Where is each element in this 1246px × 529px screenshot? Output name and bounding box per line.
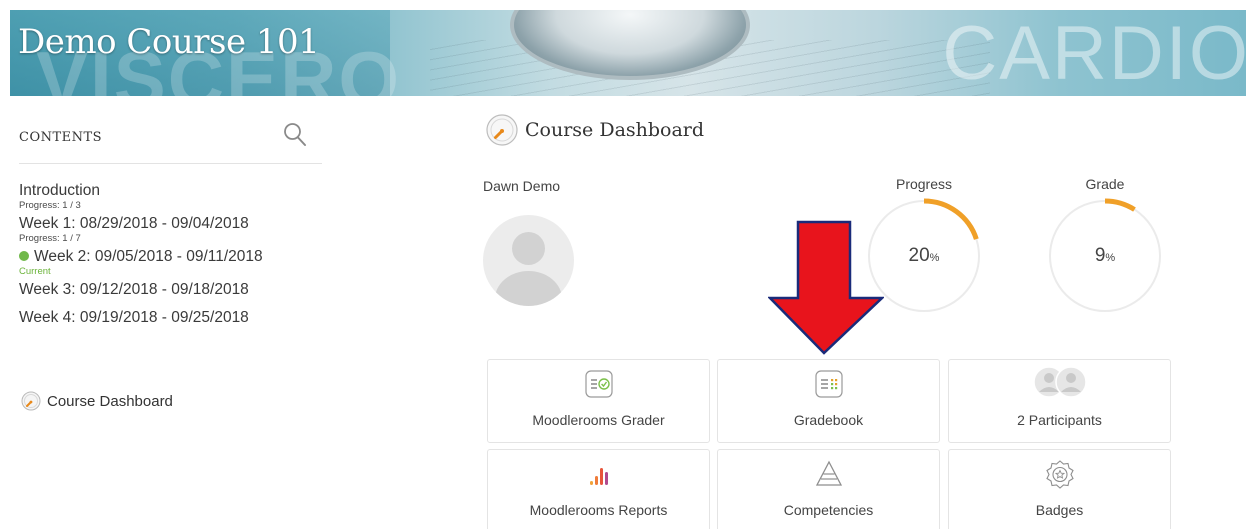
reports-icon [584, 459, 614, 494]
participants-icon [1030, 365, 1090, 404]
toc-item-week-3[interactable]: Week 3: 09/12/2018 - 09/18/2018 [19, 280, 319, 299]
tile-label: Competencies [783, 502, 874, 518]
page-title: Course Dashboard [525, 119, 705, 141]
toc-item-progress: Progress: 1 / 3 [19, 200, 81, 211]
tile-participants[interactable]: 2 Participants [948, 359, 1171, 443]
sidebar-divider [19, 163, 322, 164]
search-icon[interactable] [283, 122, 307, 148]
contents-heading: CONTENTS [19, 130, 103, 145]
tile-label: Gradebook [793, 412, 864, 428]
tile-moodlerooms-reports[interactable]: Moodlerooms Reports [487, 449, 710, 529]
tile-label: Badges [1035, 502, 1084, 518]
toc-item-progress: Progress: 1 / 7 [19, 233, 81, 244]
grade-value: 9% [1047, 245, 1163, 267]
grade-label: Grade [1085, 176, 1125, 192]
toc-item-label: Week 4: 09/19/2018 - 09/25/2018 [19, 309, 249, 326]
competencies-icon [814, 459, 844, 494]
avatar-head [512, 232, 545, 265]
progress-label: Progress [895, 176, 953, 192]
gauge-icon [21, 391, 41, 411]
tile-badges[interactable]: Badges [948, 449, 1171, 529]
gradebook-icon [814, 369, 844, 404]
sidebar-course-dashboard-link[interactable]: Course Dashboard [21, 391, 173, 411]
toc-item-current-badge: Current [19, 266, 51, 277]
tile-moodlerooms-grader[interactable]: Moodlerooms Grader [487, 359, 710, 443]
user-name: Dawn Demo [483, 178, 561, 194]
toc-item-label: Introduction [19, 182, 100, 199]
toc-item-introduction[interactable]: Introduction Progress: 1 / 3 [19, 181, 319, 211]
progress-number: 20 [908, 245, 930, 266]
table-of-contents: Introduction Progress: 1 / 3 Week 1: 08/… [19, 181, 319, 336]
grader-icon [584, 369, 614, 404]
tile-label: 2 Participants [1017, 412, 1102, 428]
banner-watermark-cardio: CARDIO [942, 11, 1246, 96]
badge-icon [1045, 459, 1075, 494]
current-dot-icon [19, 251, 29, 261]
progress-unit: % [929, 252, 940, 264]
gauge-icon [486, 114, 518, 146]
sidebar-course-dashboard-label: Course Dashboard [47, 392, 173, 410]
toc-item-week-1[interactable]: Week 1: 08/29/2018 - 09/04/2018 Progress… [19, 214, 319, 244]
tile-label: Moodlerooms Grader [532, 412, 665, 428]
red-arrow-annotation [768, 220, 884, 355]
tile-label: Moodlerooms Reports [529, 502, 668, 518]
toc-item-week-4[interactable]: Week 4: 09/19/2018 - 09/25/2018 [19, 308, 319, 327]
tile-competencies[interactable]: Competencies [717, 449, 940, 529]
toc-item-week-2[interactable]: Week 2: 09/05/2018 - 09/11/2018 Current [19, 247, 319, 277]
toc-item-label: Week 1: 08/29/2018 - 09/04/2018 [19, 215, 249, 232]
course-dashboard-heading: Course Dashboard [486, 114, 704, 146]
avatar-body [495, 271, 562, 306]
toc-item-label: Week 3: 09/12/2018 - 09/18/2018 [19, 281, 249, 298]
course-banner: VISCERO CARDIO Demo Course 101 [10, 10, 1246, 96]
toc-item-week-2-label-wrap: Week 2: 09/05/2018 - 09/11/2018 [19, 247, 319, 266]
course-title: Demo Course 101 [18, 22, 320, 62]
grade-unit: % [1105, 252, 1116, 264]
toc-item-label: Week 2: 09/05/2018 - 09/11/2018 [34, 248, 263, 265]
tile-gradebook[interactable]: Gradebook [717, 359, 940, 443]
avatar [483, 215, 574, 306]
grade-number: 9 [1094, 245, 1106, 266]
